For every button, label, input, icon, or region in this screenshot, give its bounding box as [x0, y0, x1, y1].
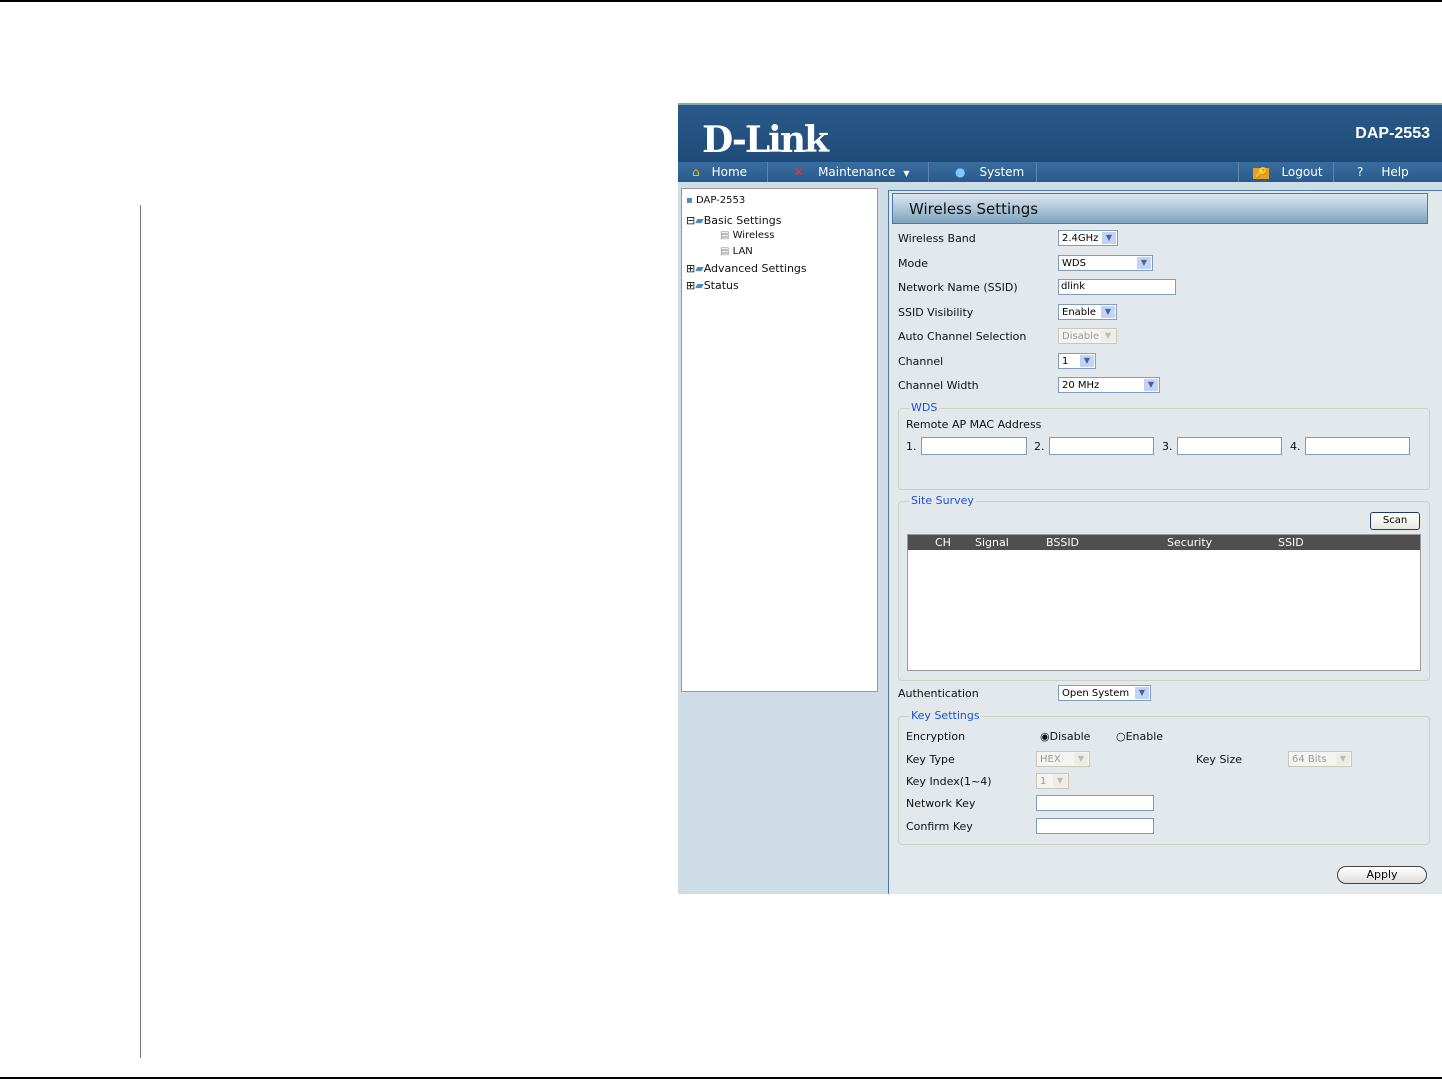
header: D-Link DAP-2553	[678, 103, 1442, 164]
chevron-down-icon: ▼	[903, 169, 910, 178]
system-icon: ●	[955, 165, 966, 179]
confirm-key-input[interactable]	[1036, 818, 1154, 834]
wds-legend: WDS	[909, 401, 940, 414]
page-icon: ▤	[720, 246, 730, 257]
radio-unchecked-icon: ○	[1116, 730, 1126, 743]
network-key-label: Network Key	[906, 797, 976, 810]
channel-select[interactable]: 1 ▼	[1058, 353, 1096, 369]
site-survey-legend: Site Survey	[909, 494, 976, 507]
ssid-label: Network Name (SSID)	[898, 281, 1018, 294]
survey-header: CH Signal BSSID Security SSID	[908, 535, 1420, 550]
home-icon: ⌂	[692, 165, 700, 179]
chevron-down-icon: ▼	[1101, 306, 1115, 318]
apply-button[interactable]: Apply	[1337, 866, 1427, 884]
mac-2-label: 2.	[1034, 440, 1045, 453]
mac-4-input[interactable]	[1305, 437, 1410, 455]
nav-system[interactable]: ● System	[929, 162, 1037, 182]
authentication-select[interactable]: Open System ▼	[1058, 685, 1151, 701]
chevron-down-icon: ▼	[1101, 330, 1115, 342]
tools-icon: ✕	[794, 165, 805, 179]
key-size-select[interactable]: 64 Bits ▼	[1288, 751, 1352, 767]
page-icon: ▤	[720, 230, 730, 241]
ssid-visibility-label: SSID Visibility	[898, 306, 974, 319]
auto-channel-label: Auto Channel Selection	[898, 330, 1027, 343]
chevron-down-icon: ▼	[1135, 687, 1149, 699]
nav-bar: ⌂ Home ✕ Maintenance ▼ ● System 🔑 Logout ? Hel…	[678, 162, 1442, 182]
nav-maintenance[interactable]: ✕ Maintenance ▼	[768, 162, 929, 182]
key-type-select[interactable]: HEX ▼	[1036, 751, 1090, 767]
channel-width-label: Channel Width	[898, 379, 979, 392]
mode-select[interactable]: WDS ▼	[1058, 255, 1153, 271]
encryption-label: Encryption	[906, 730, 966, 743]
col-ch: CH	[935, 536, 951, 549]
tree-root[interactable]: ▪ DAP-2553	[686, 195, 745, 206]
wireless-band-select[interactable]: 2.4GHz ▼	[1058, 230, 1118, 246]
tree-lan[interactable]: ▤ LAN	[720, 246, 753, 257]
key-type-label: Key Type	[906, 753, 955, 766]
nav-logout[interactable]: 🔑 Logout	[1238, 162, 1334, 182]
folder-icon: ▰	[695, 279, 704, 292]
tree-basic-settings[interactable]: ⊟▰Basic Settings	[686, 214, 781, 227]
encryption-disable-radio[interactable]: ◉Disable	[1040, 730, 1090, 743]
chevron-down-icon: ▼	[1102, 232, 1116, 244]
wireless-band-label: Wireless Band	[898, 232, 976, 245]
mac-1-label: 1.	[906, 440, 917, 453]
col-bssid: BSSID	[1046, 536, 1080, 549]
channel-label: Channel	[898, 355, 944, 368]
chevron-down-icon: ▼	[1137, 257, 1151, 269]
chevron-down-icon: ▼	[1144, 379, 1158, 391]
mac-4-label: 4.	[1290, 440, 1301, 453]
chevron-down-icon: ▼	[1053, 775, 1067, 787]
dlink-logo: D-Link	[702, 119, 829, 161]
ssid-input[interactable]: dlink	[1058, 279, 1176, 295]
col-security: Security	[1167, 536, 1213, 549]
mac-1-input[interactable]	[921, 437, 1027, 455]
channel-width-select[interactable]: 20 MHz ▼	[1058, 377, 1160, 393]
auto-channel-select[interactable]: Disable ▼	[1058, 328, 1117, 344]
mac-3-input[interactable]	[1177, 437, 1282, 455]
margin-rule	[140, 205, 141, 1058]
col-signal: Signal	[975, 536, 1009, 549]
chevron-down-icon: ▼	[1074, 753, 1088, 765]
ssid-visibility-select[interactable]: Enable ▼	[1058, 304, 1117, 320]
folder-icon: ▰	[695, 262, 704, 275]
chevron-down-icon: ▼	[1080, 355, 1094, 367]
panel-title: Wireless Settings	[892, 193, 1428, 224]
computer-icon: ▪	[686, 195, 693, 206]
nav-help[interactable]: ? Help	[1333, 162, 1442, 182]
mac-3-label: 3.	[1162, 440, 1173, 453]
nav-home[interactable]: ⌂ Home	[678, 162, 768, 182]
encryption-enable-radio[interactable]: ○Enable	[1116, 730, 1163, 743]
tree-panel: ▪ DAP-2553 ⊟▰Basic Settings ▤ Wireless ▤…	[681, 188, 878, 692]
key-index-label: Key Index(1~4)	[906, 775, 992, 788]
help-icon: ?	[1357, 165, 1364, 179]
chevron-down-icon: ▼	[1336, 753, 1350, 765]
tree-status[interactable]: ⊞▰Status	[686, 279, 739, 292]
confirm-key-label: Confirm Key	[906, 820, 973, 833]
survey-table: CH Signal BSSID Security SSID	[907, 534, 1421, 671]
network-key-input[interactable]	[1036, 795, 1154, 811]
tree-advanced-settings[interactable]: ⊞▰Advanced Settings	[686, 262, 807, 275]
key-icon: 🔑	[1253, 168, 1270, 179]
scan-button[interactable]: Scan	[1370, 512, 1420, 530]
col-ssid: SSID	[1278, 536, 1304, 549]
key-index-select[interactable]: 1 ▼	[1036, 773, 1069, 789]
folder-icon: ▰	[695, 214, 704, 227]
radio-checked-icon: ◉	[1040, 730, 1050, 743]
tree-wireless[interactable]: ▤ Wireless	[720, 230, 774, 241]
key-settings-legend: Key Settings	[909, 709, 982, 722]
authentication-label: Authentication	[898, 687, 979, 700]
bottom-rule	[0, 1077, 1442, 1079]
mode-label: Mode	[898, 257, 928, 270]
top-rule	[0, 0, 1442, 2]
key-size-label: Key Size	[1196, 753, 1243, 766]
model-name: DAP-2553	[1355, 125, 1430, 142]
remote-mac-label: Remote AP MAC Address	[906, 418, 1042, 431]
mac-2-input[interactable]	[1049, 437, 1154, 455]
